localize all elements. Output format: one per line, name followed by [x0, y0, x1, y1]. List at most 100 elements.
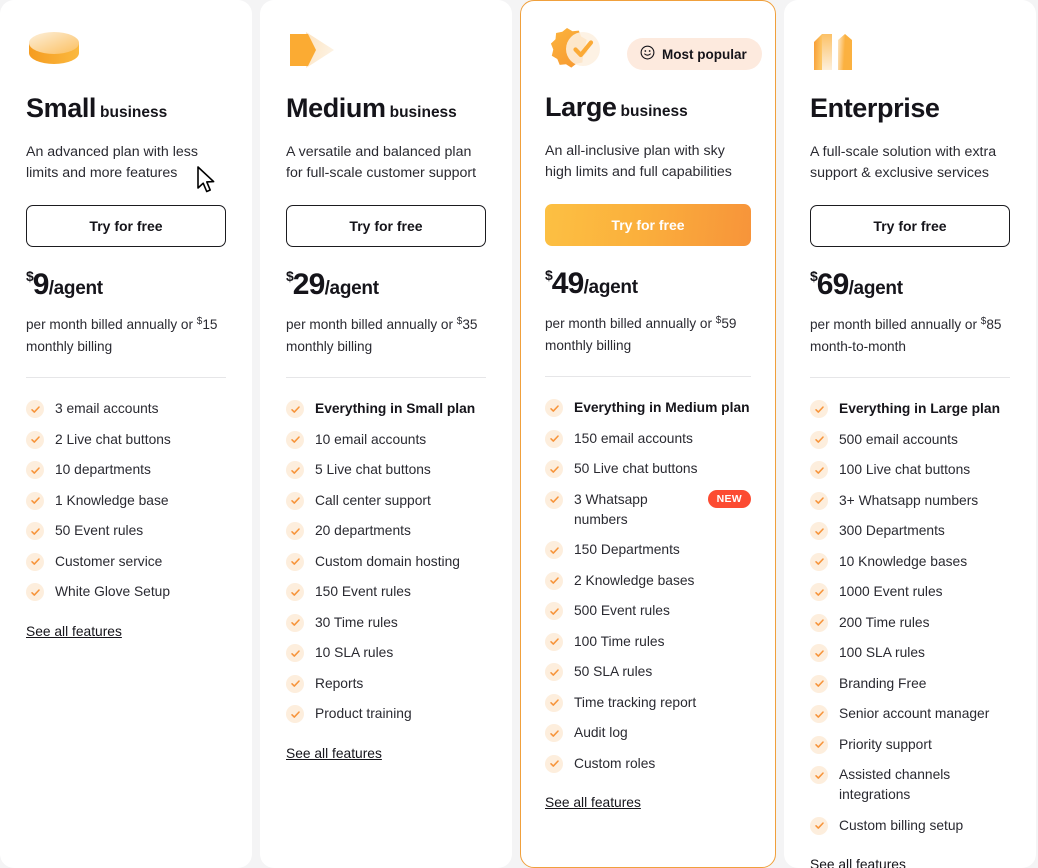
check-circle-icon: [545, 490, 563, 509]
see-all-features-link[interactable]: See all features: [286, 746, 382, 761]
see-all-features-link[interactable]: See all features: [26, 624, 122, 639]
check-circle-icon: [545, 632, 563, 651]
feature-label: 30 Time rules: [315, 614, 398, 630]
check-circle-icon: [810, 816, 828, 835]
check-circle-icon: [810, 461, 828, 480]
feature-label: 10 email accounts: [315, 431, 427, 447]
checkmark-glyph: [290, 619, 300, 627]
plan-description: A full-scale solution with extra support…: [810, 143, 997, 182]
feature-label: 2 Knowledge bases: [574, 572, 695, 588]
check-circle-icon: [810, 644, 828, 663]
checkmark-glyph: [549, 435, 559, 443]
try-for-free-button[interactable]: Try for free: [286, 204, 486, 247]
check-circle-icon: [286, 400, 304, 419]
feature-label: 10 Knowledge bases: [839, 553, 968, 569]
checkmark-glyph: [814, 711, 824, 718]
checkmark-glyph: [30, 436, 40, 444]
feature-item: Call center support: [286, 491, 486, 511]
check-circle-icon: [810, 735, 828, 754]
feature-item: 2 Live chat buttons: [26, 430, 226, 450]
check-circle-icon: [286, 644, 304, 663]
feature-item: 200 Time rules: [810, 613, 1010, 633]
feature-list: Everything in Medium plan 150 email acco…: [545, 398, 751, 774]
feature-label: Priority support: [839, 736, 932, 752]
check-circle-icon: [545, 602, 563, 621]
price-per-unit: /agent: [324, 277, 379, 299]
feature-item: Everything in Small plan: [286, 399, 486, 419]
see-all-features-link[interactable]: See all features: [545, 795, 641, 810]
feature-label: Senior account manager: [839, 706, 990, 722]
checkmark-glyph: [549, 699, 559, 707]
feature-label: 1 Knowledge base: [55, 492, 169, 508]
price-amount: 49: [551, 266, 585, 300]
checkmark-glyph: [30, 467, 40, 474]
price-note: per month billed annually or $35 monthly…: [286, 315, 478, 354]
feature-item: 150 email accounts: [545, 429, 751, 449]
try-for-free-button[interactable]: Try for free: [810, 204, 1010, 247]
feature-item: 10 departments: [26, 460, 226, 480]
check-circle-icon: [810, 430, 828, 449]
feature-label: Assisted channels integrations: [839, 767, 951, 803]
feature-label: 10 departments: [55, 462, 151, 478]
smiley-icon: [640, 45, 655, 63]
feature-item: 100 SLA rules: [810, 643, 1010, 663]
feature-label: 100 SLA rules: [839, 645, 925, 661]
checkmark-glyph: [814, 406, 824, 413]
price-per-unit: /agent: [48, 277, 103, 299]
feature-item: 1 Knowledge base: [26, 491, 226, 511]
most-popular-badge: Most popular: [627, 38, 762, 70]
buildings-icon: [810, 26, 880, 78]
currency-superscript: $: [715, 314, 722, 326]
feature-label: 3 email accounts: [55, 401, 159, 417]
price-amount: 9: [32, 267, 50, 301]
feature-item: 100 Live chat buttons: [810, 460, 1010, 480]
double-chevron-icon: [286, 26, 356, 78]
try-for-free-button[interactable]: Try for free: [545, 203, 751, 246]
checkmark-glyph: [290, 650, 300, 657]
check-circle-icon: [26, 461, 44, 480]
check-circle-icon: [545, 399, 563, 418]
feature-list: Everything in Large plan 500 email accou…: [810, 399, 1010, 836]
check-circle-icon: [810, 613, 828, 632]
feature-label: Custom domain hosting: [315, 553, 460, 569]
price-note: per month billed annually or $15 monthly…: [26, 315, 218, 354]
check-circle-icon: [545, 571, 563, 590]
feature-item: 5 Live chat buttons: [286, 460, 486, 480]
feature-item: 500 email accounts: [810, 430, 1010, 450]
plan-title-suffix: business: [389, 104, 457, 121]
section-divider: [810, 377, 1010, 379]
feature-item: Branding Free: [810, 674, 1010, 694]
check-circle-icon: [810, 674, 828, 693]
double-chevron-icon-art: [290, 32, 334, 68]
feature-list: Everything in Small plan 10 email accoun…: [286, 399, 486, 724]
try-for-free-button[interactable]: Try for free: [26, 204, 226, 247]
check-circle-icon: [810, 583, 828, 602]
plan-title-main: Small: [26, 93, 97, 123]
checkmark-glyph: [290, 406, 300, 413]
feature-label: 100 Time rules: [574, 633, 665, 649]
feature-label: 200 Time rules: [839, 614, 930, 630]
checkmark-glyph: [549, 669, 559, 676]
plan-title-suffix: business: [100, 104, 168, 121]
see-all-features-link[interactable]: See all features: [810, 857, 906, 868]
feature-item: 100 Time rules: [545, 632, 751, 652]
section-divider: [286, 377, 486, 379]
check-circle-icon: [26, 430, 44, 449]
check-circle-icon: [286, 430, 304, 449]
check-circle-icon: [810, 400, 828, 419]
check-circle-icon: [545, 460, 563, 479]
section-divider: [26, 377, 226, 379]
checkmark-glyph: [814, 558, 824, 566]
check-circle-icon: [545, 541, 563, 560]
check-circle-icon: [286, 613, 304, 632]
check-circle-icon: [286, 552, 304, 571]
checkmark-glyph: [30, 558, 40, 566]
feature-label: 2 Live chat buttons: [55, 431, 171, 447]
feature-label: 3+ Whatsapp numbers: [839, 492, 979, 508]
plan-price: $49/agent: [545, 268, 751, 299]
plan-price: $29/agent: [286, 269, 486, 300]
feature-label: Audit log: [574, 725, 628, 741]
feature-item: 3 email accounts: [26, 399, 226, 419]
feature-label: 3 Whatsapp numbers: [574, 491, 648, 527]
plan-title: Enterprise: [810, 93, 1010, 124]
